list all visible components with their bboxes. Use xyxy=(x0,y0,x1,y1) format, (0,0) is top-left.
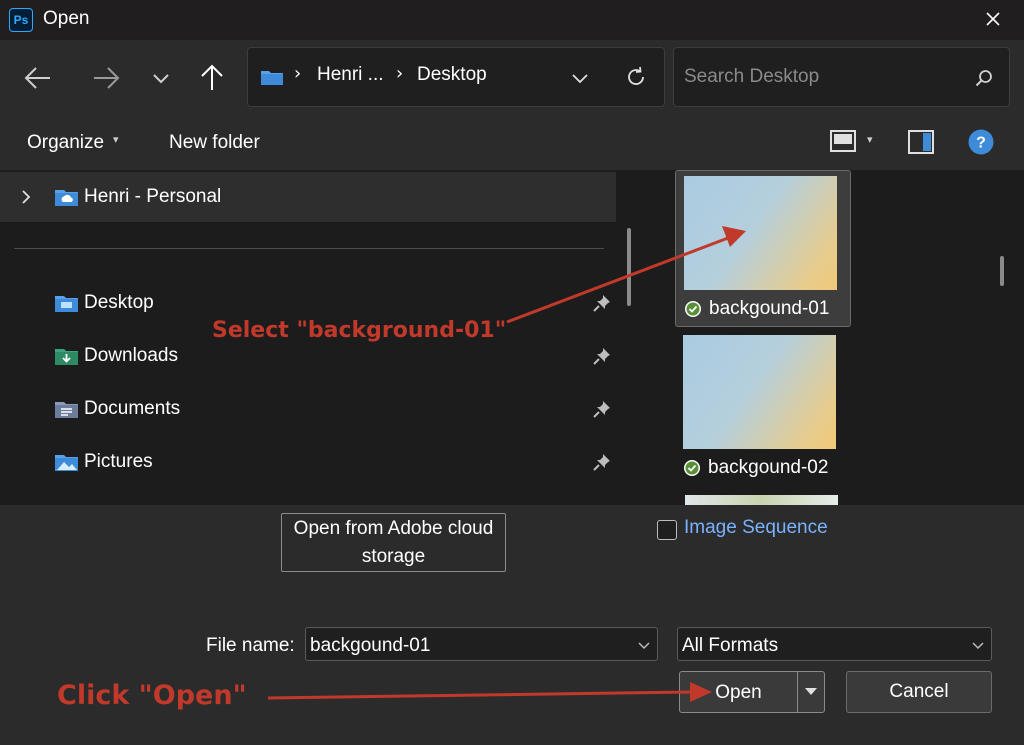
open-button[interactable]: Open xyxy=(679,671,825,713)
search-box[interactable]: Search Desktop xyxy=(673,47,1010,107)
open-from-cloud-button[interactable]: Open from Adobe cloud storage xyxy=(281,513,506,572)
file-list-scrollbar[interactable] xyxy=(1000,256,1004,286)
file-name-label: backgound-02 xyxy=(708,457,829,478)
image-thumbnail xyxy=(684,176,837,290)
up-arrow-icon[interactable] xyxy=(194,60,230,96)
sidebar-item-label: Desktop xyxy=(84,292,154,313)
window-title: Open xyxy=(43,8,90,29)
file-name-history-chevron-icon[interactable] xyxy=(636,637,652,653)
back-arrow-icon[interactable] xyxy=(20,60,56,96)
search-placeholder[interactable]: Search Desktop xyxy=(684,66,819,88)
pin-icon[interactable] xyxy=(592,346,612,366)
file-tile-backgound-01[interactable]: backgound-01 xyxy=(675,170,851,327)
pin-icon[interactable] xyxy=(592,293,612,313)
folder-icon xyxy=(261,71,283,85)
forward-arrow-icon[interactable] xyxy=(88,60,124,96)
breadcrumb-separator-icon: › xyxy=(294,63,302,84)
breadcrumb-desktop[interactable]: Desktop xyxy=(417,64,487,86)
refresh-icon[interactable] xyxy=(624,65,648,89)
file-name-input[interactable]: backgound-01 xyxy=(305,627,658,661)
annotation-click-note: Click "Open" xyxy=(57,680,247,711)
pin-icon[interactable] xyxy=(592,399,612,419)
navigation-bar: › Henri ... › Desktop Search Desktop xyxy=(0,40,1024,114)
new-folder-button[interactable]: New folder xyxy=(169,132,260,154)
image-thumbnail xyxy=(683,335,836,449)
cloud-button-label-line2: storage xyxy=(361,546,426,567)
sidebar-item-documents[interactable]: Documents xyxy=(0,384,616,434)
organize-menu[interactable]: Organize xyxy=(27,132,104,154)
view-dropdown-icon[interactable]: ▾ xyxy=(867,133,873,146)
onedrive-folder-icon xyxy=(55,190,78,206)
sidebar-item-label: Downloads xyxy=(84,345,178,366)
open-button-label[interactable]: Open xyxy=(680,682,797,704)
file-name-field-label: File name: xyxy=(206,635,295,656)
search-icon[interactable] xyxy=(974,68,994,88)
sidebar-item-label: Documents xyxy=(84,398,181,419)
annotation-select-note: Select "background-01" xyxy=(212,318,507,343)
file-format-select[interactable]: All Formats xyxy=(677,627,992,661)
open-options-dropdown-icon[interactable] xyxy=(803,684,819,700)
photoshop-logo: Ps xyxy=(9,8,33,32)
sidebar-item-pictures[interactable]: Pictures xyxy=(0,437,616,487)
pictures-folder-icon xyxy=(55,455,78,471)
sidebar-scrollbar[interactable] xyxy=(627,228,631,306)
file-list: backgound-01 backgound-02 xyxy=(650,170,1024,505)
breadcrumb-separator-icon: › xyxy=(396,63,404,84)
cloud-button-label-line1: Open from Adobe cloud xyxy=(293,518,494,539)
sidebar-divider xyxy=(14,248,604,249)
recent-locations-chevron-icon[interactable] xyxy=(143,60,179,96)
organize-dropdown-icon[interactable]: ▾ xyxy=(113,133,119,146)
sidebar-item-label: Henri - Personal xyxy=(84,186,222,207)
view-options-icon[interactable] xyxy=(829,129,857,155)
image-sequence-checkbox[interactable] xyxy=(657,520,677,540)
file-format-value[interactable]: All Formats xyxy=(682,635,778,657)
sync-check-icon xyxy=(685,301,701,317)
documents-folder-icon xyxy=(55,402,78,418)
file-name-label: backgound-01 xyxy=(709,298,830,319)
command-toolbar: Organize ▾ New folder ▾ ? xyxy=(0,114,1024,170)
preview-pane-icon[interactable] xyxy=(907,129,935,155)
address-history-chevron-icon[interactable] xyxy=(570,68,590,88)
title-bar: Ps Open xyxy=(0,0,1024,40)
pin-icon[interactable] xyxy=(592,452,612,472)
file-format-chevron-icon[interactable] xyxy=(970,637,986,653)
image-thumbnail-partial[interactable] xyxy=(685,495,838,505)
desktop-folder-icon xyxy=(55,296,78,312)
help-icon[interactable]: ? xyxy=(967,128,995,156)
breadcrumb-henri[interactable]: Henri ... xyxy=(317,64,384,86)
image-sequence-label[interactable]: Image Sequence xyxy=(684,517,828,539)
file-tile-backgound-02[interactable]: backgound-02 xyxy=(675,330,851,487)
sync-check-icon xyxy=(684,460,700,476)
downloads-folder-icon xyxy=(55,349,78,365)
open-button-divider xyxy=(797,672,798,712)
svg-text:?: ? xyxy=(976,135,986,152)
address-bar[interactable]: › Henri ... › Desktop xyxy=(247,47,665,107)
cancel-button[interactable]: Cancel xyxy=(846,671,992,713)
expand-chevron-icon[interactable] xyxy=(18,188,34,206)
sidebar-item-label: Pictures xyxy=(84,451,153,472)
sidebar-item-henri-personal[interactable]: Henri - Personal xyxy=(0,172,616,222)
file-name-value[interactable]: backgound-01 xyxy=(310,635,430,657)
close-icon[interactable] xyxy=(976,2,1010,36)
